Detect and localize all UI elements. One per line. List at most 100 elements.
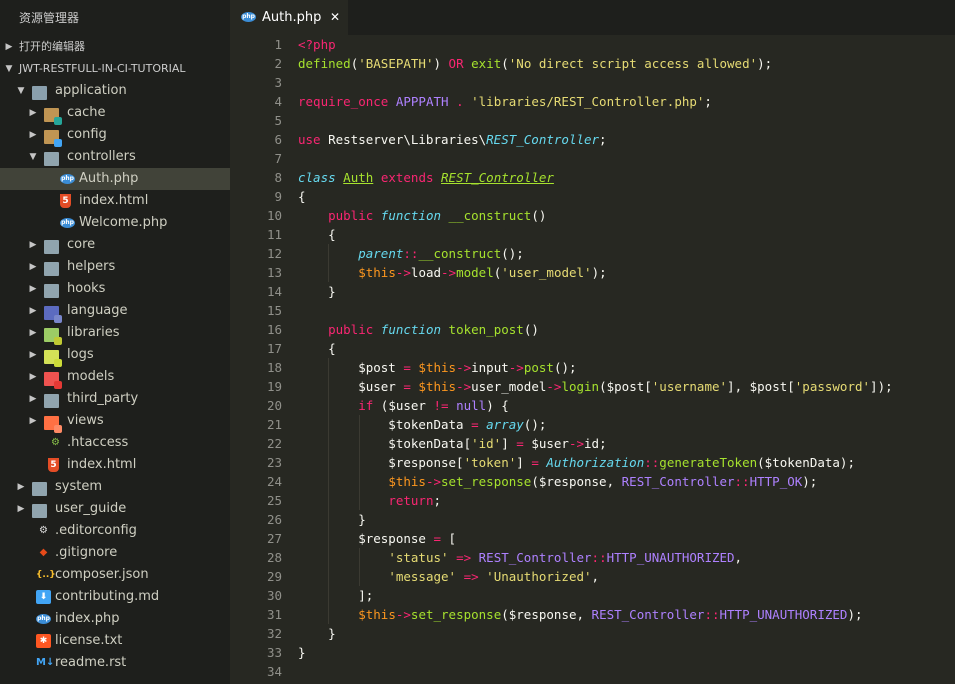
code-token: input xyxy=(471,360,509,375)
folder-core[interactable]: ▶ core xyxy=(0,234,230,256)
indent-guide xyxy=(328,263,330,282)
code-token: ; xyxy=(433,493,441,508)
file-readme.rst[interactable]: M↓ readme.rst xyxy=(0,652,230,674)
code-line[interactable]: $response = [ xyxy=(298,529,955,548)
folder-libraries[interactable]: ▶ libraries xyxy=(0,322,230,345)
code-token: -> xyxy=(568,436,585,451)
tree-item-label: application xyxy=(55,83,127,98)
code-line[interactable]: $user = $this->user_model->login($post['… xyxy=(298,377,955,396)
file-.gitignore[interactable]: ◆ .gitignore xyxy=(0,542,230,564)
code-token: = xyxy=(531,455,539,470)
code-line[interactable]: $this->set_response($response, REST_Cont… xyxy=(298,605,955,624)
code-line[interactable]: $tokenData = array(); xyxy=(298,415,955,434)
line-number: 12 xyxy=(266,246,282,261)
folder-system[interactable]: ▶ system xyxy=(0,476,230,498)
code-line[interactable]: <?php xyxy=(298,35,955,54)
folder-views[interactable]: ▶ views xyxy=(0,410,230,433)
line-number: 29 xyxy=(266,569,282,584)
line-number: 1 xyxy=(274,37,282,52)
tab-auth-php[interactable]: php Auth.php ✕ xyxy=(230,0,348,35)
open-editors-section[interactable]: ▶ 打开的编辑器 xyxy=(0,36,230,58)
code-line[interactable]: } xyxy=(298,282,955,301)
code-line[interactable]: parent::__construct(); xyxy=(298,244,955,263)
code-token: function xyxy=(380,208,442,223)
tree-item-label: logs xyxy=(67,347,94,362)
code-editor[interactable]: 1 2 3 4 5 6 7 8 9 10 11 12 13 14 15 16 17 18 19 20 21 22 23 24 2… xyxy=(230,35,955,684)
code-line[interactable]: $this->set_response($response, REST_Cont… xyxy=(298,472,955,491)
code-line[interactable]: } xyxy=(298,510,955,529)
line-number: 8 xyxy=(274,170,282,185)
file-tree: ▼ application ▶ cache ▶ config ▼ controllers php… xyxy=(0,80,230,674)
file-composer.json[interactable]: {..} composer.json xyxy=(0,564,230,586)
project-section[interactable]: ▼ JWT-RESTFULL-IN-CI-TUTORIAL xyxy=(0,58,230,80)
line-number: 19 xyxy=(266,379,282,394)
tree-item-label: composer.json xyxy=(55,567,149,582)
file-Welcome.php[interactable]: php Welcome.php xyxy=(0,212,230,234)
folder-helpers[interactable]: ▶ helpers xyxy=(0,256,230,278)
file-license.txt[interactable]: ✱ license.txt xyxy=(0,630,230,652)
code-line[interactable]: $post = $this->input->post(); xyxy=(298,358,955,377)
code-line[interactable]: defined('BASEPATH') OR exit('No direct s… xyxy=(298,54,955,73)
file-index.html[interactable]: 5 index.html xyxy=(0,454,230,476)
file-.htaccess[interactable]: ⚙ .htaccess xyxy=(0,432,230,454)
file-Auth.php[interactable]: php Auth.php xyxy=(0,168,230,190)
folder-user_guide[interactable]: ▶ user_guide xyxy=(0,498,230,520)
tree-item-label: Auth.php xyxy=(79,171,139,186)
folder-language[interactable]: ▶ language xyxy=(0,300,230,323)
code-line[interactable]: } xyxy=(298,643,955,662)
code-line[interactable] xyxy=(298,149,955,168)
code-token: ] xyxy=(516,455,532,470)
file-index.html[interactable]: 5 index.html xyxy=(0,190,230,212)
code-line[interactable]: $response['token'] = Authorization::gene… xyxy=(298,453,955,472)
folder-config[interactable]: ▶ config xyxy=(0,124,230,147)
code-line[interactable]: { xyxy=(298,225,955,244)
indent-guide xyxy=(358,548,360,567)
code-line[interactable]: $tokenData['id'] = $user->id; xyxy=(298,434,955,453)
folder-hooks[interactable]: ▶ hooks xyxy=(0,278,230,300)
code-line[interactable]: { xyxy=(298,339,955,358)
code-token: array xyxy=(486,417,524,432)
chevron-right-icon: ▶ xyxy=(29,108,37,118)
code-token: :: xyxy=(591,550,607,565)
file-.editorconfig[interactable]: ⚙ .editorconfig xyxy=(0,520,230,542)
line-number-gutter: 1 2 3 4 5 6 7 8 9 10 11 12 13 14 15 16 17 18 19 20 21 22 23 24 2… xyxy=(230,35,282,681)
folder-third_party[interactable]: ▶ third_party xyxy=(0,388,230,410)
code-line[interactable]: public function token_post() xyxy=(298,320,955,339)
code-line[interactable] xyxy=(298,111,955,130)
code-line[interactable]: require_once APPPATH . 'libraries/REST_C… xyxy=(298,92,955,111)
code-token: $response[ xyxy=(298,455,464,470)
folder-models[interactable]: ▶ models xyxy=(0,366,230,389)
folder-logs[interactable]: ▶ logs xyxy=(0,344,230,367)
code-line[interactable]: 'status' => REST_Controller::HTTP_UNAUTH… xyxy=(298,548,955,567)
tree-item-label: language xyxy=(67,303,128,318)
folder-icon xyxy=(44,262,59,276)
chevron-right-icon: ▶ xyxy=(29,372,37,382)
chevron-right-icon: ▶ xyxy=(29,350,37,360)
code-line[interactable]: use Restserver\Libraries\REST_Controller… xyxy=(298,130,955,149)
close-icon[interactable]: ✕ xyxy=(330,0,340,35)
folder-cache[interactable]: ▶ cache xyxy=(0,102,230,125)
code-line[interactable]: if ($user != null) { xyxy=(298,396,955,415)
tree-item-label: cache xyxy=(67,105,106,120)
code-area[interactable]: <?php defined('BASEPATH') OR exit('No dir… xyxy=(298,35,955,681)
code-token: $user xyxy=(523,436,569,451)
code-line[interactable]: } xyxy=(298,624,955,643)
folder-application[interactable]: ▼ application xyxy=(0,80,230,102)
code-line[interactable]: { xyxy=(298,187,955,206)
folder-controllers[interactable]: ▼ controllers xyxy=(0,146,230,168)
code-line[interactable] xyxy=(298,662,955,681)
file-contributing.md[interactable]: ⬇ contributing.md xyxy=(0,586,230,608)
file-index.php[interactable]: php index.php xyxy=(0,608,230,630)
code-line[interactable]: public function __construct() xyxy=(298,206,955,225)
code-line[interactable]: class Auth extends REST_Controller xyxy=(298,168,955,187)
code-line[interactable]: 'message' => 'Unauthorized', xyxy=(298,567,955,586)
code-line[interactable]: ]; xyxy=(298,586,955,605)
code-line[interactable]: return; xyxy=(298,491,955,510)
code-line[interactable] xyxy=(298,301,955,320)
code-line[interactable]: $this->load->model('user_model'); xyxy=(298,263,955,282)
license-file-icon: ✱ xyxy=(36,634,51,648)
code-line[interactable] xyxy=(298,73,955,92)
